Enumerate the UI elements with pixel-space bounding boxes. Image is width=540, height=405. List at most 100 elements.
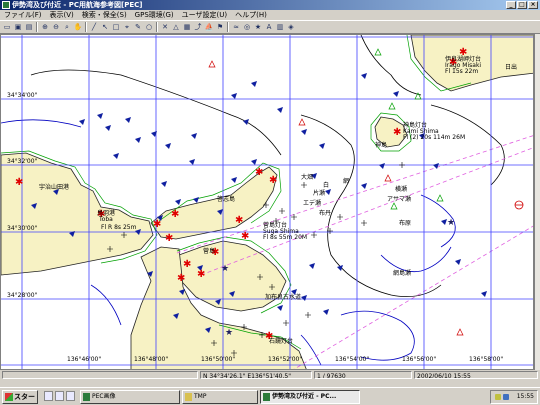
toolbar-separator — [36, 22, 38, 32]
label-shiro: 白 — [323, 181, 329, 189]
label-amizo: 網 — [343, 177, 349, 185]
nautical-chart[interactable]: 34°34'00" 34°32'00" 34°30'00" 34°28'00" … — [1, 35, 534, 370]
lat-label: 34°28'00" — [7, 292, 38, 299]
system-tray: 15:55 — [490, 390, 538, 404]
toolbar-separator — [85, 22, 87, 32]
svg-text:✱: ✱ — [171, 209, 179, 220]
taskbar-item-label: PEC画像 — [92, 393, 116, 400]
layer-icon[interactable]: ▥ — [275, 22, 285, 32]
svg-text:✱: ✱ — [177, 273, 185, 284]
toolbar-separator — [156, 22, 158, 32]
circle-icon[interactable]: ○ — [144, 22, 154, 32]
zoom-out-icon[interactable]: ⊖ — [51, 22, 61, 32]
zoom-in-icon[interactable]: ⊕ — [40, 22, 50, 32]
svg-text:✱: ✱ — [255, 167, 263, 178]
application-window: 伊勢湾及び付近 - PC用航海参考図[PEC] _ □ × ファイル(F) 表示… — [0, 0, 540, 387]
lat-label: 34°30'00" — [7, 225, 38, 232]
status-bar: N 34°34'26.1" E136°51'40.5" 1 / 97630 20… — [0, 370, 540, 380]
status-scale: 1 / 97630 — [314, 371, 412, 379]
cross-icon[interactable]: ✕ — [160, 22, 170, 32]
label-ujiyamada: 宇治山田港 — [39, 183, 69, 191]
flag-icon[interactable]: ⚑ — [215, 22, 225, 32]
chart-view[interactable]: 34°34'00" 34°32'00" 34°30'00" 34°28'00" … — [0, 34, 534, 370]
target-icon[interactable]: ◎ — [242, 22, 252, 32]
minimize-button[interactable]: _ — [506, 1, 516, 9]
svg-text:★: ★ — [221, 264, 229, 274]
lat-label: 34°34'00" — [7, 92, 38, 99]
taskbar-item-label: TMP — [194, 393, 207, 400]
quicklaunch-desktop-icon[interactable] — [55, 391, 64, 401]
search-icon[interactable]: ⌕ — [62, 22, 72, 32]
star-icon[interactable]: ★ — [253, 22, 263, 32]
menu-search[interactable]: 検索・保全(S) — [78, 10, 131, 20]
label-kamishima-light: Fl (2) 20s 114m 26M — [403, 134, 465, 141]
svg-text:✱: ✱ — [241, 231, 249, 242]
hand-icon[interactable]: ✋ — [73, 22, 83, 32]
svg-text:★: ★ — [225, 328, 233, 338]
open-icon[interactable]: ▭ — [2, 22, 12, 32]
menu-gps[interactable]: GPS環境(G) — [131, 10, 178, 20]
gps-icon[interactable]: ◈ — [286, 22, 296, 32]
taskbar-item-pec-image[interactable]: PEC画像 — [80, 390, 180, 404]
place-labels: 宇治山田港 鳥羽港 Toba Fl R 8s 25m 答志島 菅島灯台 Suga… — [39, 55, 517, 345]
wave-icon[interactable]: ≈ — [231, 22, 241, 32]
app-icon — [83, 393, 90, 401]
label-irago-light: Fl 15s 22m — [445, 68, 478, 75]
square-icon[interactable]: □ — [111, 22, 121, 32]
menu-file[interactable]: ファイル(F) — [0, 10, 46, 20]
svg-text:✱: ✱ — [269, 175, 277, 186]
label-nunohara: 布原 — [399, 219, 411, 227]
menu-help[interactable]: ヘルプ(H) — [231, 10, 271, 20]
vertical-scrollbar[interactable] — [534, 34, 540, 370]
grid-icon[interactable]: ▦ — [182, 22, 192, 32]
start-label: スタート — [14, 393, 35, 401]
quicklaunch-ie-icon[interactable] — [44, 391, 53, 401]
start-button[interactable]: スタート — [2, 390, 38, 404]
mark-icon[interactable]: ⌖ — [122, 22, 132, 32]
label-ishikagami: 石鏡灯台 — [269, 337, 293, 345]
toolbar-separator — [227, 22, 229, 32]
label-suga: 菅島 — [203, 247, 215, 255]
taskbar: スタート PEC画像 TMP 伊勢湾及び付近 - PC... 15:55 — [0, 387, 540, 405]
route-icon[interactable]: ⤴ — [193, 22, 203, 32]
menu-user-settings[interactable]: ユーザ設定(U) — [178, 10, 231, 20]
taskbar-item-pec-window[interactable]: 伊勢湾及び付近 - PC... — [260, 390, 360, 404]
label-toba-light: Fl R 8s 25m — [101, 224, 137, 231]
ruler-icon[interactable]: ╱ — [89, 22, 99, 32]
tray-volume-icon[interactable] — [503, 394, 509, 400]
ship-icon[interactable]: ⛵ — [204, 22, 214, 32]
lon-label: 136°52'00" — [268, 356, 302, 363]
pen-icon[interactable]: ✎ — [133, 22, 143, 32]
triangle-icon[interactable]: △ — [171, 22, 181, 32]
lon-label: 136°58'00" — [469, 356, 503, 363]
save-icon[interactable]: ▣ — [13, 22, 23, 32]
label-amiba: 網島瀬 — [393, 269, 411, 277]
label-edo: エデ瀬 — [303, 199, 321, 207]
lon-label: 136°50'00" — [201, 356, 235, 363]
print-icon[interactable]: ▤ — [24, 22, 34, 32]
app-icon — [263, 393, 270, 401]
svg-text:✱: ✱ — [15, 177, 23, 188]
svg-text:✱: ✱ — [197, 269, 205, 280]
label-kamishima: 神島 — [375, 141, 387, 149]
svg-text:✱: ✱ — [393, 127, 401, 138]
label-kahu: 加布良古水道 — [265, 293, 301, 301]
app-icon[interactable] — [2, 1, 10, 9]
label-fuki: 布丹 — [319, 209, 331, 217]
svg-text:✱: ✱ — [153, 219, 161, 230]
maximize-button[interactable]: □ — [517, 1, 527, 9]
svg-text:✱: ✱ — [183, 259, 191, 270]
lon-label: 136°56'00" — [402, 356, 436, 363]
quicklaunch-outlook-icon[interactable] — [66, 391, 75, 401]
clock: 15:55 — [516, 393, 534, 400]
title-bar[interactable]: 伊勢湾及び付近 - PC用航海参考図[PEC] _ □ × — [0, 0, 540, 10]
text-icon[interactable]: A — [264, 22, 274, 32]
status-datetime: 2002/06/10 15:55 — [414, 371, 538, 379]
menu-bar: ファイル(F) 表示(V) 検索・保全(S) GPS環境(G) ユーザ設定(U)… — [0, 10, 540, 20]
arrow-icon[interactable]: ↖ — [100, 22, 110, 32]
menu-view[interactable]: 表示(V) — [46, 10, 78, 20]
tray-network-icon[interactable] — [495, 394, 501, 400]
land-areas — [1, 35, 533, 369]
close-button[interactable]: × — [528, 1, 538, 9]
taskbar-item-tmp[interactable]: TMP — [182, 390, 258, 404]
